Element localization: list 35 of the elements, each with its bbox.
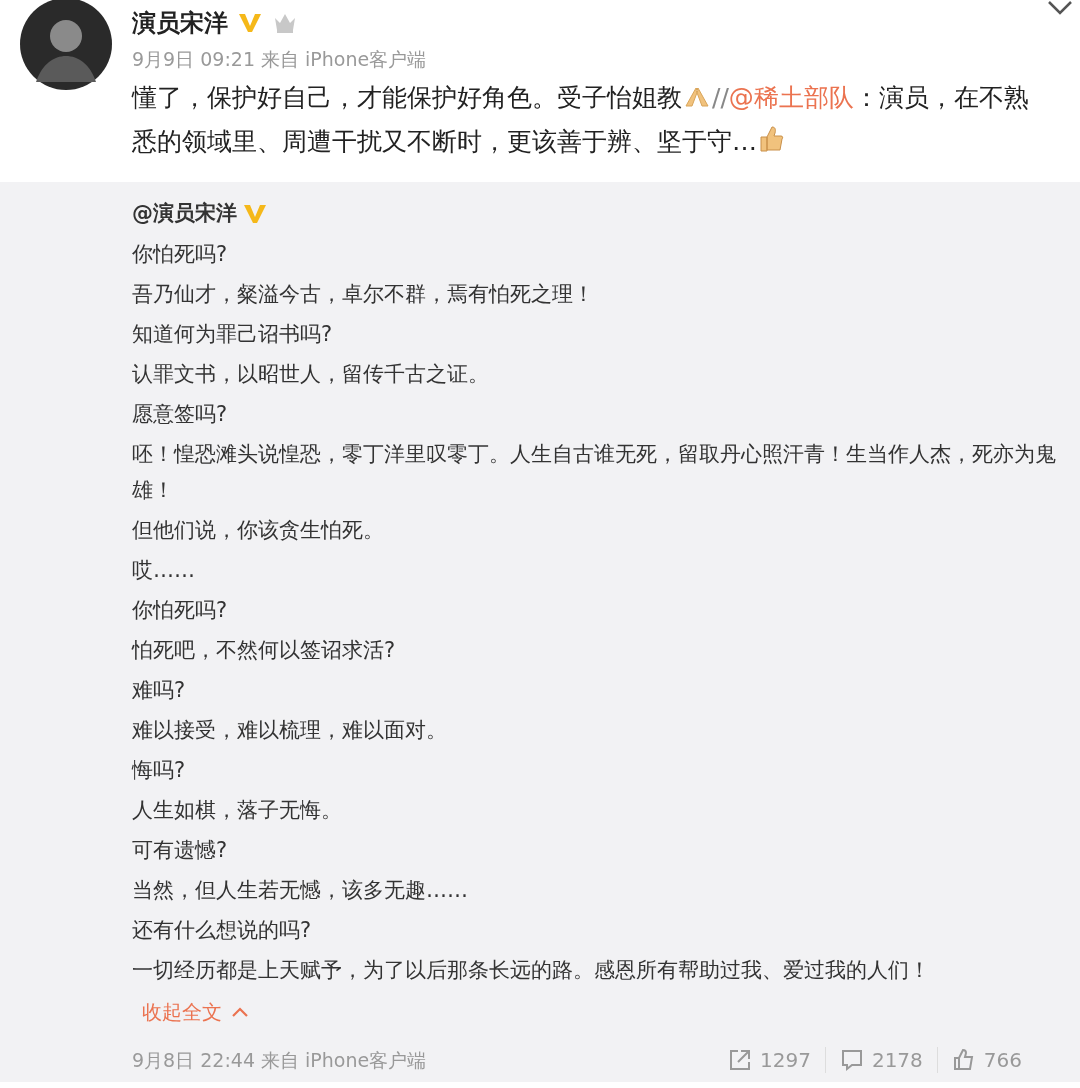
repost-text-line: 人生如棋，落子无悔。 — [132, 797, 343, 824]
repost-text-line: 呸！惶恐滩头说惶恐，零丁洋里叹零丁。人生自古谁无死，留取丹心照汗青！生当作人杰，死亦为鬼雄！ — [132, 441, 1057, 504]
collapse-link[interactable]: 收起全文 — [142, 994, 248, 1030]
stat-count[interactable]: 1297 — [760, 1045, 811, 1075]
repost-text-line: 可有遗憾? — [132, 837, 229, 864]
repost-text-line: 哎…… — [132, 557, 196, 584]
chevron-down-icon[interactable] — [1046, 0, 1074, 16]
comment-icon — [839, 1048, 864, 1072]
repost-text-line: 一切经历都是上天赋予，为了以后那条长远的路。感恩所有帮助过我、爱过我的人们！ — [132, 957, 931, 984]
repost-text-line: 知道何为罪己诏书吗? — [132, 321, 334, 348]
thumbs-up-emoji-icon — [757, 124, 785, 154]
repost-text-line: 吾乃仙才，粲溢今古，卓尔不群，焉有怕死之理！ — [132, 281, 595, 308]
mention-link[interactable]: @稀土部队 — [728, 83, 854, 112]
repost-meta: 9月8日 22:44 来自 iPhone客户端 — [132, 1047, 428, 1073]
share-icon — [728, 1048, 752, 1072]
repost-text-line: 愿意签吗? — [132, 401, 229, 428]
repost-text-line: 你怕死吗? — [132, 597, 229, 624]
thumbs-up-icon — [951, 1048, 976, 1072]
repost-text-line: 怕死吧，不然何以签诏求活? — [132, 637, 397, 664]
author-name[interactable]: 演员宋洋 — [132, 5, 228, 41]
repost-text-line: 但他们说，你该贪生怕死。 — [132, 517, 385, 544]
repost-text-line: 难以接受，难以梳理，难以面对。 — [132, 717, 448, 744]
repost-author[interactable]: @演员宋洋 — [132, 198, 237, 230]
repost-text-line: 还有什么想说的吗? — [132, 917, 313, 944]
repost-text-line: 难吗? — [132, 677, 187, 704]
post-meta: 9月9日 09:21 来自 iPhone客户端 — [132, 47, 428, 72]
repost-text-line: 你怕死吗? — [132, 241, 229, 268]
repost-text-line: 认罪文书，以昭世人，留传千古之证。 — [132, 361, 490, 388]
post-text: 懂了，保护好自己，才能保护好角色。受子怡姐教 //@稀土部队：演员，在不熟悉的领域里、周遭干扰又不断时，更该善于辨、坚于守… — [132, 82, 1030, 158]
chevron-up-icon — [232, 1007, 248, 1017]
avatar[interactable] — [20, 0, 112, 90]
stat-count[interactable]: 766 — [983, 1045, 1022, 1075]
repost-text-line: 悔吗? — [132, 757, 187, 784]
repost-text-line: 当然，但人生若无憾，该多无趣…… — [132, 877, 469, 904]
stat-count[interactable]: 2178 — [871, 1045, 923, 1075]
